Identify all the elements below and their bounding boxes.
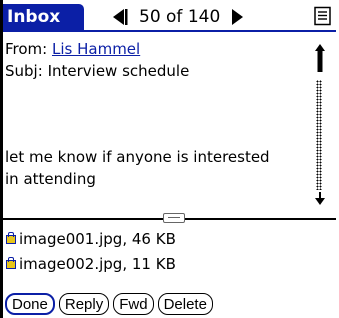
left-edge-rule [0, 0, 3, 318]
attachment-item[interactable]: image001.jpg, 46 KB [6, 230, 176, 248]
triangle-right-icon [232, 9, 244, 25]
body-line: in attending [5, 170, 96, 188]
menu-icon[interactable] [313, 6, 333, 26]
delete-button[interactable]: Delete [157, 293, 213, 315]
scroll-up-arrow-icon[interactable] [314, 44, 326, 74]
message-header: From: Lis Hammel Subj: Interview schedul… [5, 38, 305, 82]
message-pager: 50 of 140 [109, 4, 250, 30]
done-button[interactable]: Done [5, 293, 55, 315]
resize-grip-icon[interactable] [163, 213, 185, 223]
attachment-separator: , [122, 230, 132, 248]
app-title[interactable]: Inbox [3, 4, 84, 30]
from-row: From: Lis Hammel [5, 38, 305, 60]
forward-button[interactable]: Fwd [113, 293, 154, 315]
message-body: let me know if anyone is interested in a… [5, 146, 310, 190]
subject-row: Subj: Interview schedule [5, 60, 305, 82]
mail-app-window: Inbox 50 of 140 From: Lis Hammel Subj: I… [0, 0, 339, 318]
attachment-size: 11 KB [131, 255, 176, 273]
sender-link[interactable]: Lis Hammel [52, 40, 140, 58]
attachment-icon [6, 231, 16, 244]
scroll-down-arrow-icon[interactable] [314, 192, 326, 206]
from-label: From: [5, 40, 48, 58]
pager-position: 50 of 140 [139, 7, 221, 27]
title-underline [3, 30, 336, 32]
attachment-name: image002.jpg [19, 255, 123, 273]
previous-message-button[interactable] [109, 5, 131, 29]
attachment-separator: , [122, 255, 132, 273]
attachment-size: 46 KB [131, 230, 176, 248]
title-bar: Inbox 50 of 140 [3, 4, 336, 32]
attachment-icon [6, 256, 16, 269]
reply-button[interactable]: Reply [58, 293, 110, 315]
attachment-item[interactable]: image002.jpg, 11 KB [6, 255, 176, 273]
scrollbar-track[interactable] [316, 80, 322, 190]
subject-label: Subj: [5, 62, 43, 80]
subject-value: Interview schedule [47, 62, 190, 80]
attachment-name: image001.jpg [19, 230, 123, 248]
next-message-button[interactable] [228, 5, 250, 29]
body-line: let me know if anyone is interested [5, 148, 270, 166]
action-buttons: Done Reply Fwd Delete [5, 293, 213, 315]
triangle-left-icon [113, 9, 128, 25]
